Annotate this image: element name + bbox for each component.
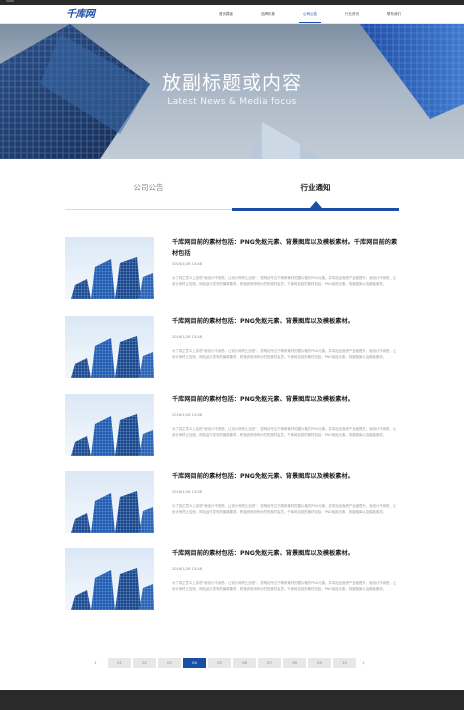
news-thumbnail[interactable] <box>65 316 154 378</box>
news-description: 为了真正意义上实现“秘设计不用愁，让设计师终止加班”，说明站专注于精研素材的图片… <box>172 349 397 359</box>
page-button[interactable]: 05 <box>208 658 231 668</box>
page-button[interactable]: 01 <box>108 658 131 668</box>
news-title[interactable]: 千库网目前的素材包括：PNG免抠元素、背景图库以及模板素材。 <box>172 394 399 405</box>
news-title[interactable]: 千库网目前的素材包括：PNG免抠元素、背景图库以及模板素材。 <box>172 548 399 559</box>
nav-item-contact[interactable]: 联系我们 <box>373 5 415 24</box>
news-item[interactable]: 千库网目前的素材包括：PNG免抠元素、背景图库以及模板素材。 2016/1/26… <box>65 548 399 610</box>
site-logo[interactable]: 千库网 <box>66 9 95 20</box>
news-description: 为了真正意义上实现“秘设计不用愁，让设计师终止加班”，说明站专注于精研素材的图片… <box>172 504 397 514</box>
news-date: 2016/1/26 13:48 <box>172 262 202 266</box>
main-nav: 首页模板 品牌形象 公司公告 行业资讯 联系我们 <box>205 5 415 24</box>
page-button[interactable]: 06 <box>233 658 256 668</box>
news-item[interactable]: 千库网目前的素材包括：PNG免抠元素、背景图库以及模板素材。 2016/1/26… <box>65 316 399 378</box>
tab-industry-notices[interactable]: 行业通知 <box>232 182 399 193</box>
news-thumbnail[interactable] <box>65 548 154 610</box>
pagination: ‹ 01 02 03 04 05 06 07 08 09 10 › <box>90 658 380 668</box>
page-button[interactable]: 03 <box>158 658 181 668</box>
hero-banner: 放副标题或内容 Latest News & Media focus <box>0 24 464 159</box>
nav-item-home[interactable]: 首页模板 <box>205 5 247 24</box>
news-thumbnail[interactable] <box>65 394 154 456</box>
page-button[interactable]: 10 <box>333 658 356 668</box>
page-button[interactable]: 09 <box>308 658 331 668</box>
news-body: 千库网目前的素材包括：PNG免抠元素、背景图库以及模板素材。千库网目前的素材包括… <box>172 237 399 287</box>
nav-item-industry[interactable]: 行业资讯 <box>331 5 373 24</box>
page-button[interactable]: 02 <box>133 658 156 668</box>
nav-item-announcements[interactable]: 公司公告 <box>289 5 331 24</box>
hero-subtitle: Latest News & Media focus <box>167 97 297 107</box>
nav-item-brand[interactable]: 品牌形象 <box>247 5 289 24</box>
main-navbar: 千库网 首页模板 品牌形象 公司公告 行业资讯 联系我们 <box>0 5 464 24</box>
prev-page-icon[interactable]: ‹ <box>94 658 97 668</box>
news-body: 千库网目前的素材包括：PNG免抠元素、背景图库以及模板素材。 2016/1/26… <box>172 548 399 592</box>
news-thumbnail[interactable] <box>65 237 154 299</box>
news-title[interactable]: 千库网目前的素材包括：PNG免抠元素、背景图库以及模板素材。 <box>172 316 399 327</box>
tab-active-underline <box>232 208 399 211</box>
news-thumbnail[interactable] <box>65 471 154 533</box>
page-button-active[interactable]: 04 <box>183 658 206 668</box>
news-date: 2016/1/26 13:48 <box>172 413 202 417</box>
next-page-icon[interactable]: › <box>362 658 365 668</box>
news-item[interactable]: 千库网目前的素材包括：PNG免抠元素、背景图库以及模板素材。 2016/1/26… <box>65 471 399 533</box>
news-item[interactable]: 千库网目前的素材包括：PNG免抠元素、背景图库以及模板素材。千库网目前的素材包括… <box>65 237 399 299</box>
news-date: 2016/1/26 13:48 <box>172 490 202 494</box>
news-body: 千库网目前的素材包括：PNG免抠元素、背景图库以及模板素材。 2016/1/26… <box>172 316 399 360</box>
news-body: 千库网目前的素材包括：PNG免抠元素、背景图库以及模板素材。 2016/1/26… <box>172 394 399 438</box>
news-date: 2016/1/26 13:48 <box>172 567 202 571</box>
news-tabs: 公司公告 行业通知 <box>65 170 399 212</box>
tab-active-caret-icon <box>310 201 322 208</box>
news-body: 千库网目前的素材包括：PNG免抠元素、背景图库以及模板素材。 2016/1/26… <box>172 471 399 515</box>
news-item[interactable]: 千库网目前的素材包括：PNG免抠元素、背景图库以及模板素材。 2016/1/26… <box>65 394 399 456</box>
news-description: 为了真正意义上实现“秘设计不用愁，让设计师终止加班”，说明站专注于精研素材的图片… <box>172 427 397 437</box>
hero-title: 放副标题或内容 <box>161 72 302 94</box>
news-title[interactable]: 千库网目前的素材包括：PNG免抠元素、背景图库以及模板素材。 <box>172 471 399 482</box>
news-title[interactable]: 千库网目前的素材包括：PNG免抠元素、背景图库以及模板素材。千库网目前的素材包括 <box>172 237 399 259</box>
page-footer <box>0 690 464 710</box>
page-button[interactable]: 07 <box>258 658 281 668</box>
news-description: 为了真正意义上实现“秘设计不用愁，让设计师终止加班”，说明站专注于精研素材的图片… <box>172 276 397 286</box>
news-description: 为了真正意义上实现“秘设计不用愁，让设计师终止加班”，说明站专注于精研素材的图片… <box>172 581 397 591</box>
news-date: 2016/1/26 13:48 <box>172 335 202 339</box>
page-button[interactable]: 08 <box>283 658 306 668</box>
tab-company-announcements[interactable]: 公司公告 <box>65 182 232 193</box>
